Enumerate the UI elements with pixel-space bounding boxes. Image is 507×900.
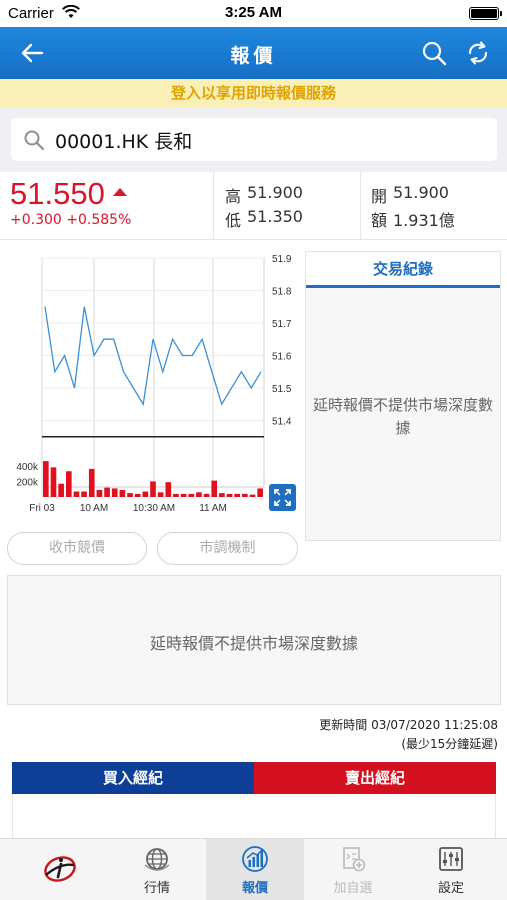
tab-trade-record[interactable]: 交易紀錄: [306, 252, 500, 288]
volume-bar: [257, 488, 263, 497]
delay-note: (最少15分鐘延遲): [401, 737, 498, 751]
low-value: 51.350: [247, 207, 303, 226]
trade-record-panel: 交易紀錄 延時報價不提供市場深度數據: [305, 251, 501, 541]
tab-market[interactable]: 行情: [108, 839, 206, 900]
login-banner[interactable]: 登入以享用即時報價服務: [0, 79, 507, 107]
divider: [213, 172, 214, 240]
volume-bar: [73, 491, 80, 497]
volume-bar: [127, 493, 133, 497]
volatility-mechanism-button[interactable]: 市調機制: [157, 532, 298, 565]
turnover-label: 額: [371, 211, 388, 230]
volume-tick-label: 400k: [16, 462, 39, 473]
volume-bar: [242, 493, 248, 497]
volume-bar: [157, 492, 164, 497]
tab-home-logo[interactable]: [10, 839, 108, 900]
sell-broker-tab[interactable]: 賣出經紀: [254, 762, 496, 794]
high-value: 51.900: [247, 183, 303, 202]
volume-bar: [150, 481, 156, 497]
market-depth-box: 延時報價不提供市場深度數據: [7, 575, 501, 705]
last-price: 51.550: [10, 176, 105, 211]
update-time: 更新時間 03/07/2020 11:25:08: [319, 718, 498, 732]
broker-list: [12, 794, 496, 838]
volume-bar: [180, 493, 187, 497]
depth-message: 延時報價不提供市場深度數據: [149, 634, 358, 653]
volume-bar: [249, 494, 256, 497]
chart-svg: 51.9 51.8 51.7 51.6 51.5 51.4 400k 200k Fri 03 10…: [16, 254, 292, 514]
stock-search-input[interactable]: 00001.HK 長和: [11, 118, 497, 161]
open-label: 開: [371, 187, 388, 206]
x-tick-label: 10:30 AM: [133, 503, 175, 514]
volume-bar: [104, 487, 110, 497]
up-arrow-icon: [113, 188, 127, 196]
chart-frame: [41, 257, 265, 488]
y-tick-label: 51.8: [272, 287, 292, 298]
refresh-icon[interactable]: [464, 39, 492, 67]
price-change: +0.300 +0.585%: [10, 212, 132, 228]
divider: [360, 172, 361, 240]
tab-label: 報價: [241, 881, 268, 896]
volume-bar: [111, 488, 118, 497]
x-tick-label: 11 AM: [199, 503, 227, 514]
y-tick-label: 51.4: [272, 417, 292, 428]
search-area: 00001.HK 長和: [0, 107, 507, 172]
volume-bar: [119, 489, 126, 497]
volume-bar: [81, 491, 87, 497]
volume-bar: [188, 493, 195, 497]
expand-chart-icon[interactable]: [269, 484, 296, 511]
open-value: 51.900: [393, 183, 449, 202]
volume-bar: [165, 482, 172, 497]
y-tick-label: 51.9: [272, 254, 292, 265]
quote-chart-icon: [242, 846, 268, 872]
search-value: 00001.HK 長和: [55, 131, 193, 153]
volume-bar: [234, 493, 241, 497]
magnifier-icon: [24, 130, 45, 151]
volume-bar: [58, 483, 64, 497]
tab-label: 設定: [437, 881, 464, 896]
volume-bar: [226, 493, 233, 497]
settings-icon: [439, 847, 463, 871]
status-time: 3:25 AM: [225, 4, 282, 21]
quote-summary: 51.550 +0.300 +0.585% 高 51.900 低 51.350 …: [0, 172, 507, 240]
y-tick-label: 51.5: [272, 384, 292, 395]
tab-label: 行情: [143, 881, 170, 896]
broker-bar: 買入經紀 賣出經紀: [12, 762, 496, 794]
volume-bar: [173, 493, 179, 497]
closing-auction-button[interactable]: 收市競價: [7, 532, 147, 565]
trade-panel-message: 延時報價不提供市場深度數據: [312, 396, 493, 437]
volume-bar: [96, 489, 103, 497]
high-label: 高: [225, 187, 242, 206]
tab-quote[interactable]: 報價: [206, 839, 304, 900]
turnover-value: 1.931億: [393, 211, 455, 230]
low-label: 低: [225, 211, 242, 230]
globe-icon: [144, 848, 170, 871]
volume-bar: [134, 493, 141, 497]
volume-tick-label: 200k: [16, 477, 39, 488]
search-icon[interactable]: [420, 39, 448, 67]
volume-bar: [88, 468, 95, 497]
volume-bar: [50, 467, 57, 497]
volume-bar: [203, 493, 210, 497]
intraday-chart[interactable]: 51.9 51.8 51.7 51.6 51.5 51.4 400k 200k Fri 03 10…: [0, 240, 303, 530]
status-bar: Carrier 3:25 AM: [0, 0, 507, 27]
y-tick-label: 51.6: [272, 352, 292, 363]
y-tick-label: 51.7: [272, 319, 292, 330]
tab-settings[interactable]: 設定: [402, 839, 500, 900]
volume-bar: [219, 493, 225, 497]
battery-icon: [469, 7, 502, 20]
nav-bar: 報價: [0, 27, 507, 79]
volume-bar: [65, 471, 72, 497]
x-tick-label: 10 AM: [80, 503, 108, 514]
buy-broker-tab[interactable]: 買入經紀: [12, 762, 254, 794]
volume-bar: [142, 491, 149, 497]
bottom-tab-bar: 行情 報價 加自選 設定: [0, 838, 507, 900]
tab-label: 加自選: [333, 881, 373, 896]
x-tick-label: Fri 03: [29, 503, 55, 514]
add-watchlist-icon: [343, 847, 366, 872]
tab-add-watchlist[interactable]: 加自選: [304, 839, 402, 900]
logo-icon: [44, 856, 76, 882]
volume-bar: [211, 480, 218, 497]
volume-bar: [196, 492, 202, 497]
volume-bar: [43, 461, 49, 497]
